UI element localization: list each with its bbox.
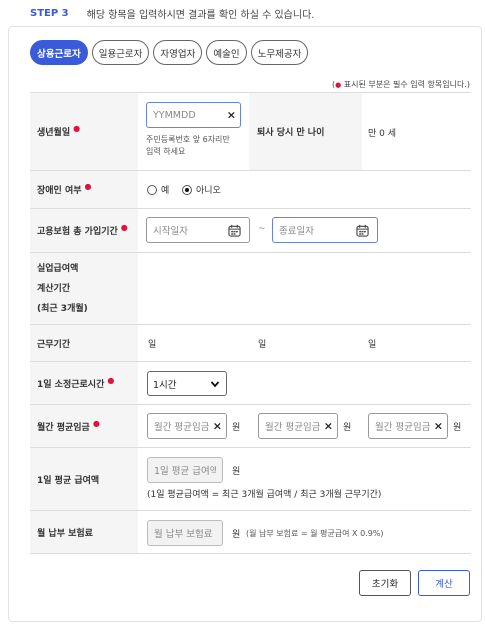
- calendar-icon[interactable]: [228, 224, 241, 237]
- daily-avg-wage-input[interactable]: 1일 평균 급여액: [147, 457, 223, 483]
- row-premium: 월 납부 보험료 월 납부 보험료 원 (월 납부 보험료 = 월 평균급여 X…: [30, 510, 471, 554]
- row-insurance-period: 고용보험 총 가입기간 ● 시작일자 ~ 종료일자: [30, 208, 471, 252]
- daily-avg-formula: (1일 평균급여액 = 최근 3개월 급여액 / 최근 3개월 근무기간): [147, 490, 382, 500]
- radio-no[interactable]: 아니오: [182, 183, 221, 196]
- required-dot: ●: [73, 124, 81, 133]
- step-description: 해당 항목을 입력하시면 결과를 확인 하실 수 있습니다.: [86, 9, 315, 21]
- calculate-button[interactable]: 계산: [418, 570, 470, 596]
- tab-regular-worker[interactable]: 상용근로자: [30, 40, 88, 65]
- radio-yes[interactable]: 예: [147, 183, 169, 196]
- required-dot: ●: [92, 418, 100, 428]
- row-work-days: 근무기간 일 일 일: [30, 324, 471, 361]
- monthly-wage-input-1[interactable]: 월간 평균임금 ×: [147, 413, 227, 439]
- premium-formula: (월 납부 보험료 = 월 평균급여 X 0.9%): [246, 529, 384, 538]
- clear-icon[interactable]: ×: [213, 420, 222, 433]
- row-birth: 생년월일 ● YYMMDD × 주민등록번호 앞 6자리만 입력 하세요 퇴사 당…: [30, 92, 471, 170]
- clear-icon[interactable]: ×: [227, 109, 236, 122]
- start-date-input[interactable]: 시작일자: [146, 217, 250, 243]
- monthly-wage-input-2[interactable]: 월간 평균임금 ×: [258, 413, 338, 439]
- row-disability: 장애인 여부 ● 예 아니오: [30, 170, 471, 208]
- work-days-unit-1: 일: [148, 340, 157, 350]
- birth-input[interactable]: YYMMDD ×: [146, 102, 241, 128]
- row-daily-hours: 1일 소정근로시간 ● 1시간: [30, 361, 471, 404]
- retire-age-value: 만 0 세: [368, 129, 397, 139]
- calendar-icon[interactable]: [356, 224, 369, 237]
- required-dot: ●: [84, 182, 92, 191]
- row-calc-period: 실업급여액 계산기간 (최근 3개월): [30, 252, 471, 324]
- birth-label: 생년월일 ●: [30, 93, 138, 170]
- date-separator: ~: [258, 224, 266, 234]
- chevron-down-icon: [210, 381, 220, 388]
- birth-help: 주민등록번호 앞 6자리만 입력 하세요: [146, 135, 230, 156]
- end-date-input[interactable]: 종료일자: [272, 217, 378, 243]
- premium-input[interactable]: 월 납부 보험료: [147, 520, 223, 546]
- monthly-wage-input-3[interactable]: 월간 평균임금 ×: [368, 413, 448, 439]
- radio-circle-selected: [182, 184, 192, 195]
- row-monthly-wage: 월간 평균임금 ● 월간 평균임금 × 원 월간 평균임금 × 원 월간 평균임금…: [30, 404, 471, 447]
- work-hours-select[interactable]: 1시간: [147, 371, 227, 396]
- required-note: (● 표시된 부분은 필수 입력 항목입니다.): [331, 80, 470, 89]
- tab-daily-worker[interactable]: 일용근로자: [91, 40, 150, 65]
- work-days-unit-2: 일: [258, 340, 267, 350]
- tab-labor-provider[interactable]: 노무제공자: [250, 40, 309, 65]
- tab-self-employed[interactable]: 자영업자: [153, 40, 203, 65]
- radio-circle: [147, 184, 157, 195]
- calc-period-label: 실업급여액 계산기간 (최근 3개월): [30, 253, 138, 324]
- step-header: STEP 3 해당 항목을 입력하시면 결과를 확인 하실 수 있습니다.: [30, 6, 315, 21]
- row-daily-avg-wage: 1일 평균 급여액 1일 평균 급여액 원 (1일 평균급여액 = 최근 3개월…: [30, 447, 471, 510]
- work-days-unit-3: 일: [368, 340, 377, 350]
- clear-icon[interactable]: ×: [324, 420, 333, 433]
- required-dot: ●: [120, 223, 128, 232]
- step-label: STEP 3: [30, 7, 69, 19]
- tab-artist[interactable]: 예술인: [206, 40, 247, 65]
- clear-icon[interactable]: ×: [434, 420, 443, 433]
- retire-age-label: 퇴사 당시 만 나이: [249, 93, 362, 170]
- worker-type-tabs: 상용근로자 일용근로자 자영업자 예술인 노무제공자: [30, 40, 309, 65]
- reset-button[interactable]: 초기화: [359, 570, 411, 596]
- required-dot: ●: [107, 375, 115, 385]
